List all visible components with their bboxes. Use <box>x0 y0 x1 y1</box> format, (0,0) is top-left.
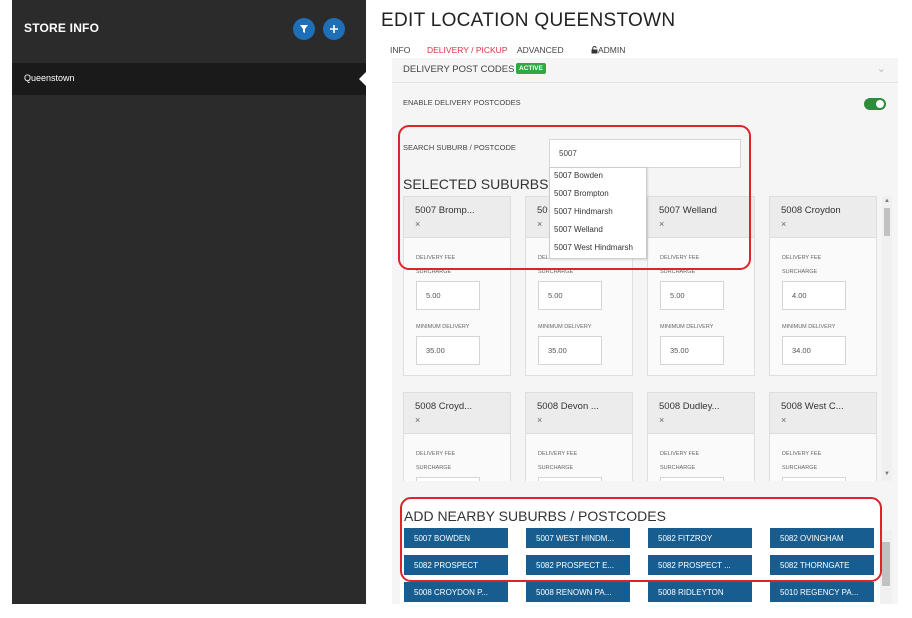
card-suburb-name: 5008 Dudley... <box>659 401 720 412</box>
surcharge-value: 5.00 <box>548 291 563 300</box>
scroll-up-icon[interactable]: ▲ <box>884 198 890 204</box>
enable-postcodes-label: ENABLE DELIVERY POSTCODES <box>403 98 521 107</box>
sidebar-item-label: Queenstown <box>24 73 75 83</box>
delivery-fee-label: DELIVERY FEE <box>538 451 578 457</box>
minimum-delivery-input[interactable]: 34.00 <box>782 336 846 365</box>
highlight-search-region <box>398 125 751 270</box>
card-header: 5008 Devon ... × <box>526 393 632 434</box>
remove-icon[interactable]: × <box>781 415 786 425</box>
scrollbar-thumb[interactable] <box>882 542 890 586</box>
suburb-card: 5008 Croydon × DELIVERY FEE SURCHARGE 4.… <box>769 196 877 376</box>
remove-icon[interactable]: × <box>537 415 542 425</box>
surcharge-label: SURCHARGE <box>416 465 452 471</box>
nearby-suburb-button[interactable]: 5008 RIDLEYTON <box>648 582 752 602</box>
tab-advanced[interactable]: ADVANCED <box>517 45 564 55</box>
selected-caret-icon <box>359 72 366 86</box>
card-header: 5008 West C... × <box>770 393 876 434</box>
filter-button[interactable] <box>293 18 315 40</box>
minimum-delivery-label: MINIMUM DELIVERY <box>538 324 592 330</box>
card-header: 5008 Dudley... × <box>648 393 754 434</box>
surcharge-input[interactable]: 4.00 <box>782 281 846 310</box>
lock-icon <box>591 46 598 54</box>
minimum-delivery-value: 35.00 <box>670 346 689 355</box>
tab-admin[interactable]: ADMIN <box>591 45 625 55</box>
delivery-section-header[interactable]: DELIVERY POST CODES ACTIVE ⌄ <box>392 58 898 83</box>
surcharge-input[interactable] <box>660 477 724 481</box>
remove-icon[interactable]: × <box>659 415 664 425</box>
section-title: DELIVERY POST CODES <box>403 64 515 75</box>
delivery-fee-label: DELIVERY FEE <box>782 255 822 261</box>
chevron-down-icon[interactable]: ⌄ <box>877 62 886 75</box>
minimum-delivery-label: MINIMUM DELIVERY <box>660 324 714 330</box>
filter-icon <box>300 25 308 33</box>
minimum-delivery-input[interactable]: 35.00 <box>660 336 724 365</box>
tab-admin-label: ADMIN <box>598 45 626 55</box>
cards-scrollbar[interactable]: ▲ ▼ <box>882 196 892 481</box>
delivery-fee-label: DELIVERY FEE <box>416 451 456 457</box>
highlight-nearby-region <box>400 497 882 582</box>
suburb-card: 5008 Dudley... × DELIVERY FEE SURCHARGE <box>647 392 755 481</box>
surcharge-input[interactable]: 5.00 <box>660 281 724 310</box>
remove-icon[interactable]: × <box>781 219 786 229</box>
minimum-delivery-input[interactable]: 35.00 <box>538 336 602 365</box>
scrollbar-thumb[interactable] <box>884 208 890 236</box>
add-location-button[interactable] <box>323 18 345 40</box>
minimum-delivery-value: 35.00 <box>548 346 567 355</box>
surcharge-label: SURCHARGE <box>538 465 574 471</box>
nearby-suburb-button[interactable]: 5010 REGENCY PA... <box>770 582 874 602</box>
delivery-fee-label: DELIVERY FEE <box>782 451 822 457</box>
surcharge-input[interactable]: 5.00 <box>538 281 602 310</box>
sidebar-title: STORE INFO <box>24 21 100 35</box>
surcharge-input[interactable]: 5.00 <box>416 281 480 310</box>
minimum-delivery-value: 34.00 <box>792 346 811 355</box>
plus-icon <box>330 25 338 33</box>
surcharge-label: SURCHARGE <box>782 269 818 275</box>
tab-info[interactable]: INFO <box>390 45 410 55</box>
tab-delivery-pickup[interactable]: DELIVERY / PICKUP <box>427 45 507 55</box>
suburb-card: 5008 Croyd... × DELIVERY FEE SURCHARGE <box>403 392 511 481</box>
suburb-card: 5008 Devon ... × DELIVERY FEE SURCHARGE <box>525 392 633 481</box>
card-suburb-name: 5008 Devon ... <box>537 401 599 412</box>
minimum-delivery-label: MINIMUM DELIVERY <box>416 324 470 330</box>
minimum-delivery-input[interactable]: 35.00 <box>416 336 480 365</box>
scroll-down-icon[interactable]: ▼ <box>884 471 890 477</box>
sidebar-header: STORE INFO <box>12 0 366 60</box>
remove-icon[interactable]: × <box>415 415 420 425</box>
card-header: 5008 Croydon × <box>770 197 876 238</box>
status-badge: ACTIVE <box>516 63 546 74</box>
card-header: 5008 Croyd... × <box>404 393 510 434</box>
surcharge-value: 4.00 <box>792 291 807 300</box>
card-suburb-name: 5008 Croydon <box>781 205 841 216</box>
surcharge-value: 5.00 <box>426 291 441 300</box>
nearby-suburb-button[interactable]: 5008 RENOWN PA... <box>526 582 630 602</box>
card-suburb-name: 5008 West C... <box>781 401 844 412</box>
delivery-fee-label: DELIVERY FEE <box>660 451 700 457</box>
page-title: EDIT LOCATION QUEENSTOWN <box>381 10 676 31</box>
surcharge-label: SURCHARGE <box>660 465 696 471</box>
sidebar-item-queenstown[interactable]: Queenstown <box>12 63 366 95</box>
suburb-card: 5008 West C... × DELIVERY FEE SURCHARGE <box>769 392 877 481</box>
surcharge-input[interactable] <box>782 477 846 481</box>
surcharge-label: SURCHARGE <box>782 465 818 471</box>
surcharge-input[interactable] <box>538 477 602 481</box>
minimum-delivery-value: 35.00 <box>426 346 445 355</box>
surcharge-input[interactable] <box>416 477 480 481</box>
card-suburb-name: 5008 Croyd... <box>415 401 473 412</box>
surcharge-value: 5.00 <box>670 291 685 300</box>
enable-postcodes-toggle[interactable] <box>864 98 886 110</box>
sidebar: STORE INFO Queenstown <box>12 0 366 604</box>
nearby-suburb-button[interactable]: 5008 CROYDON P... <box>404 582 508 602</box>
minimum-delivery-label: MINIMUM DELIVERY <box>782 324 836 330</box>
